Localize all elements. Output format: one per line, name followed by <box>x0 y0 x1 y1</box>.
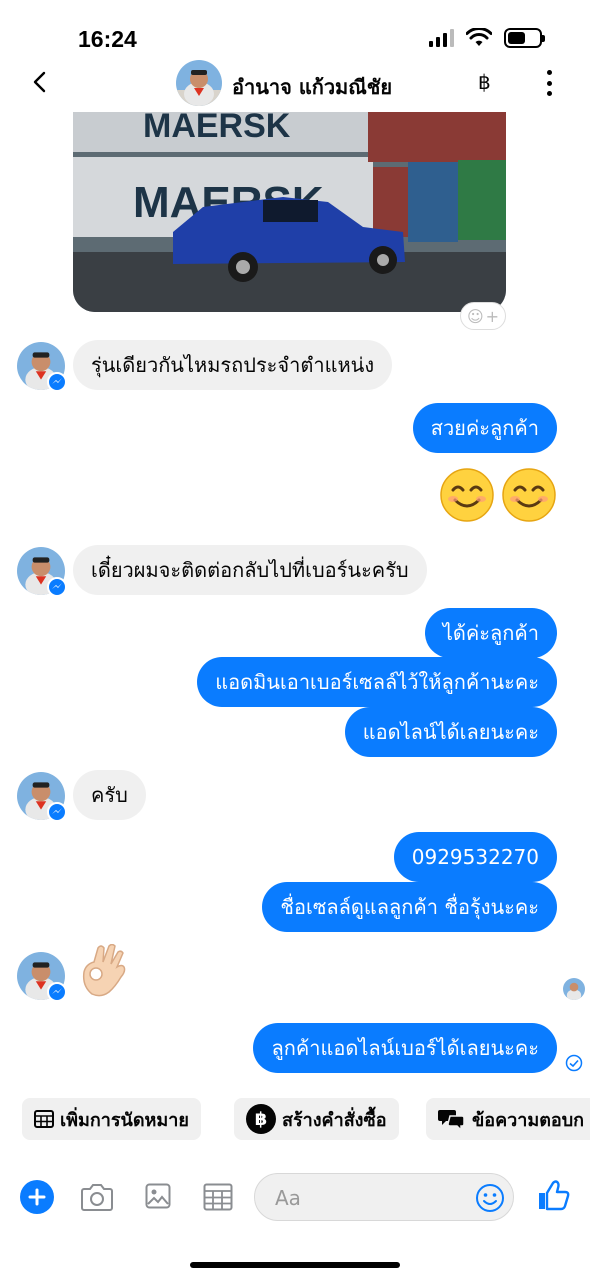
more-options-icon[interactable] <box>544 70 554 96</box>
messenger-badge-icon <box>47 577 67 597</box>
messenger-badge-icon <box>47 982 67 1002</box>
plus-icon: + <box>485 306 500 326</box>
contact-avatar-small[interactable] <box>17 952 67 1002</box>
message-composer: Aa <box>0 1170 590 1226</box>
payment-baht-icon[interactable]: ฿ <box>478 70 491 94</box>
outgoing-message[interactable]: 0929532270 <box>393 832 557 882</box>
baht-circle-icon: ฿ <box>246 1104 276 1134</box>
like-thumbs-up-icon[interactable] <box>536 1178 570 1212</box>
message-input[interactable]: Aa <box>254 1173 514 1221</box>
photo-gallery-icon[interactable] <box>145 1183 171 1209</box>
status-icons <box>429 28 545 48</box>
home-indicator[interactable] <box>190 1262 400 1268</box>
messenger-badge-icon <box>47 802 67 822</box>
smiling-face-emoji-icon[interactable] <box>502 468 556 522</box>
quick-reply-saved-messages[interactable]: ข้อความตอบก <box>426 1098 590 1140</box>
contact-avatar-small[interactable] <box>17 772 67 822</box>
cellular-signal-icon <box>429 29 454 47</box>
ok-hand-emoji-icon[interactable] <box>78 944 128 1000</box>
calendar-icon <box>34 1110 54 1128</box>
quick-reply-label: สร้างคำสั่งซื้อ <box>282 1109 387 1131</box>
smiling-face-emoji-icon[interactable] <box>440 468 494 522</box>
message-list[interactable]: MAERSK MAERSK ☺ + รุ่นเดียวกันไหมรถประจำต… <box>0 112 590 1092</box>
conversation-header: อำนาจ แก้วมณีชัย ฿ <box>0 58 590 110</box>
contact-avatar[interactable] <box>176 60 222 106</box>
read-receipt-avatar <box>563 978 585 1000</box>
incoming-message[interactable]: ครับ <box>73 770 146 820</box>
battery-icon <box>504 28 545 48</box>
quick-reply-bar: เพิ่มการนัดหมาย ฿ สร้างคำสั่งซื้อ ข้อควา… <box>0 1098 590 1142</box>
messenger-badge-icon <box>47 372 67 392</box>
outgoing-message[interactable]: ได้ค่ะลูกค้า <box>424 608 557 658</box>
contact-avatar-small[interactable] <box>17 342 67 392</box>
wifi-icon <box>466 28 492 46</box>
photo-text-top: MAERSK <box>143 112 291 145</box>
camera-icon[interactable] <box>80 1182 114 1212</box>
incoming-message[interactable]: เดี๋ยวผมจะติดต่อกลับไปที่เบอร์นะครับ <box>73 545 427 595</box>
sent-check-icon <box>565 1054 583 1072</box>
message-input-placeholder: Aa <box>275 1186 301 1210</box>
status-time: 16:24 <box>78 26 137 52</box>
outgoing-message[interactable]: ชื่อเซลล์ดูแลลูกค้า ชื่อรุ้งนะคะ <box>262 882 557 932</box>
chat-bubbles-icon <box>438 1110 465 1131</box>
plus-icon[interactable] <box>20 1180 54 1214</box>
contact-avatar-small[interactable] <box>17 547 67 597</box>
quick-reply-label: เพิ่มการนัดหมาย <box>60 1109 189 1131</box>
table-grid-icon[interactable] <box>203 1183 233 1211</box>
add-reaction-button[interactable]: ☺ + <box>460 302 506 330</box>
photo-message[interactable]: MAERSK MAERSK <box>73 112 506 312</box>
smiley-icon: ☺ <box>466 306 484 326</box>
incoming-message[interactable]: รุ่นเดียวกันไหมรถประจำตำแหน่ง <box>73 340 393 390</box>
quick-reply-create-order[interactable]: ฿ สร้างคำสั่งซื้อ <box>234 1098 399 1140</box>
outgoing-message[interactable]: ลูกค้าแอดไลน์เบอร์ได้เลยนะคะ <box>253 1023 557 1073</box>
status-bar: 16:24 <box>0 0 590 60</box>
contact-name[interactable]: อำนาจ แก้วมณีชัย <box>232 71 392 103</box>
outgoing-message[interactable]: สวยค่ะลูกค้า <box>412 403 557 453</box>
outgoing-message[interactable]: แอดไลน์ได้เลยนะคะ <box>344 707 557 757</box>
back-icon[interactable] <box>28 70 52 94</box>
quick-reply-appointment[interactable]: เพิ่มการนัดหมาย <box>22 1098 201 1140</box>
outgoing-message[interactable]: แอดมินเอาเบอร์เซลล์ไว้ให้ลูกค้านะคะ <box>197 657 557 707</box>
emoji-picker-icon[interactable] <box>475 1183 505 1213</box>
quick-reply-label: ข้อความตอบก <box>472 1109 585 1131</box>
